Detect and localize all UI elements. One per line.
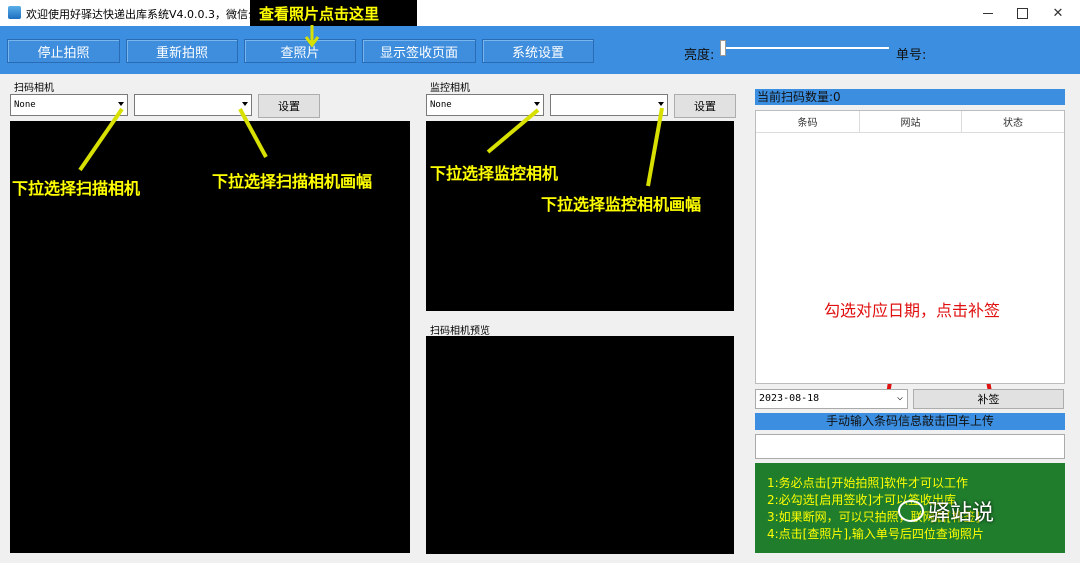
chevron-down-icon: ⌵	[896, 392, 903, 403]
scan-resolution-select-annotation: 下拉选择扫描相机画幅	[212, 172, 373, 191]
wechat-icon	[898, 500, 924, 522]
date-picker-value: 2023-08-18	[759, 393, 820, 404]
column-header-site[interactable]: 网站	[860, 111, 962, 133]
monitor-camera-select-annotation: 下拉选择监控相机	[430, 164, 559, 183]
column-header-status[interactable]: 状态	[962, 111, 1064, 133]
resign-button[interactable]: 补签	[913, 389, 1064, 409]
scan-list[interactable]: 条码 网站 状态	[755, 110, 1065, 384]
manual-input-label: 手动输入条码信息敲击回车上传	[755, 413, 1065, 430]
manual-barcode-input[interactable]	[755, 434, 1065, 459]
watermark-text: 驿站说	[928, 501, 995, 526]
tip-line: 1:务必点击[开始拍照]软件才可以工作	[767, 476, 969, 490]
tip-line: 4:点击[查照片],输入单号后四位查询照片	[767, 527, 984, 541]
resign-annotation: 勾选对应日期，点击补签	[824, 301, 1001, 320]
column-header-barcode[interactable]: 条码	[756, 111, 860, 133]
date-picker[interactable]: 2023-08-18 ⌵	[755, 389, 908, 409]
scan-camera-select-annotation: 下拉选择扫描相机	[12, 179, 141, 198]
monitor-resolution-select-annotation: 下拉选择监控相机画幅	[541, 195, 702, 214]
scan-count-label: 当前扫码数量:0	[755, 89, 1065, 105]
